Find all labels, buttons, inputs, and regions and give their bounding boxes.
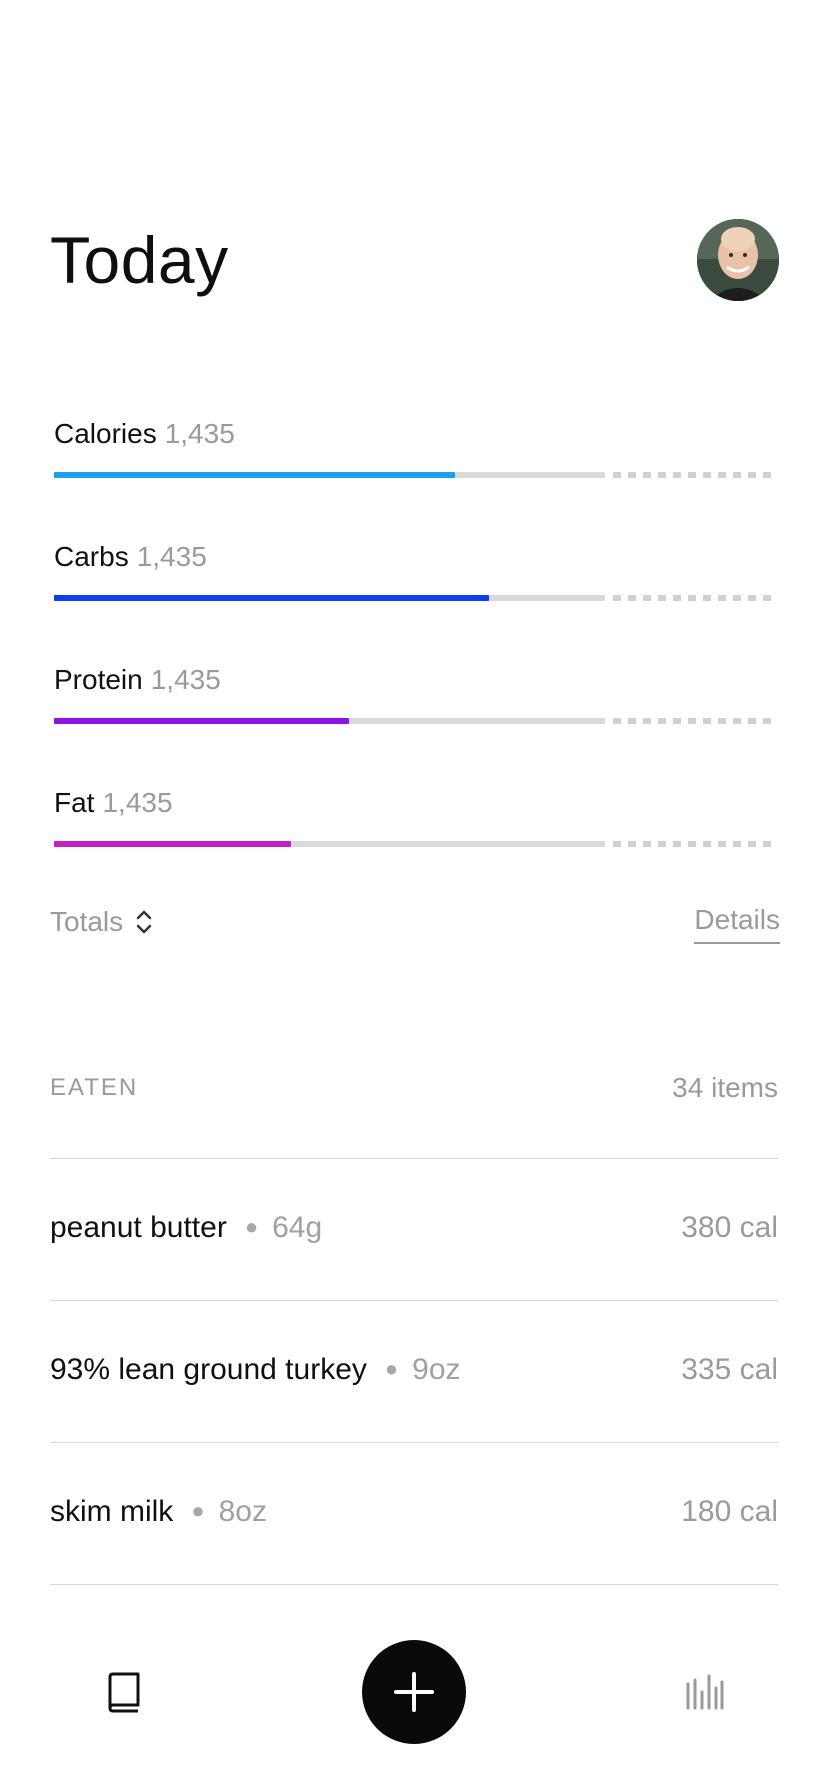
metric-value: 1,435 bbox=[136, 541, 207, 572]
up-down-chevron-icon bbox=[136, 910, 152, 934]
progress-fill bbox=[54, 718, 349, 724]
progress-fill bbox=[54, 841, 291, 847]
page-title: Today bbox=[50, 223, 229, 297]
food-row[interactable]: peanut butter ● 64g 380 cal bbox=[50, 1159, 778, 1300]
food-name: 93% lean ground turkey ● 9oz bbox=[50, 1353, 461, 1387]
metric-label: Carbs 1,435 bbox=[54, 541, 207, 573]
progress-remaining-dots bbox=[613, 841, 778, 847]
metric-calories: Calories 1,435 bbox=[54, 418, 778, 498]
food-calories: 335 cal bbox=[681, 1353, 778, 1386]
food-label: skim milk bbox=[50, 1495, 174, 1528]
metric-name: Carbs bbox=[54, 541, 129, 572]
metric-value: 1,435 bbox=[164, 418, 235, 449]
progress-track bbox=[54, 718, 605, 724]
bottom-tab-bar bbox=[0, 1620, 828, 1770]
metric-carbs: Carbs 1,435 bbox=[54, 541, 778, 621]
eaten-item-count: 34 items bbox=[672, 1072, 778, 1103]
bar-chart-icon[interactable] bbox=[684, 1674, 724, 1710]
food-name: peanut butter ● 64g bbox=[50, 1211, 322, 1245]
metric-name: Fat bbox=[54, 787, 95, 818]
metric-protein: Protein 1,435 bbox=[54, 664, 778, 744]
eaten-section-header: EATEN 34 items bbox=[50, 1072, 778, 1114]
totals-toggle[interactable]: Totals bbox=[50, 906, 155, 938]
progress-remaining-dots bbox=[613, 718, 778, 724]
food-label: 93% lean ground turkey bbox=[50, 1353, 367, 1386]
food-quantity: 9oz bbox=[412, 1353, 461, 1386]
progress-remaining-dots bbox=[613, 595, 778, 601]
food-quantity: 64g bbox=[272, 1211, 323, 1244]
add-food-button[interactable] bbox=[362, 1640, 466, 1744]
details-link[interactable]: Details bbox=[694, 904, 780, 944]
divider bbox=[50, 1584, 778, 1585]
bullet-separator: ● bbox=[244, 1214, 259, 1239]
totals-label: Totals bbox=[50, 906, 124, 937]
food-name: skim milk ● 8oz bbox=[50, 1495, 267, 1529]
progress-track bbox=[54, 841, 605, 847]
bullet-separator: ● bbox=[191, 1498, 205, 1523]
metric-name: Calories bbox=[54, 418, 157, 449]
eaten-heading: EATEN bbox=[50, 1074, 139, 1101]
progress-remaining-dots bbox=[613, 472, 778, 478]
metric-value: 1,435 bbox=[102, 787, 173, 818]
bullet-separator: ● bbox=[384, 1356, 399, 1381]
metric-label: Protein 1,435 bbox=[54, 664, 221, 696]
metric-fat: Fat 1,435 bbox=[54, 787, 778, 867]
eaten-list: peanut butter ● 64g 380 cal 93% lean ground … bbox=[50, 1158, 778, 1585]
metric-label: Fat 1,435 bbox=[54, 787, 173, 819]
food-calories: 180 cal bbox=[681, 1495, 778, 1528]
metric-name: Protein bbox=[54, 664, 143, 695]
progress-track bbox=[54, 595, 605, 601]
food-row[interactable]: 93% lean ground turkey ● 9oz 335 cal bbox=[50, 1301, 778, 1442]
avatar[interactable] bbox=[697, 219, 779, 301]
food-row[interactable]: skim milk ● 8oz 180 cal bbox=[50, 1443, 778, 1584]
plus-icon bbox=[394, 1672, 434, 1712]
book-icon[interactable] bbox=[104, 1670, 144, 1714]
food-label: peanut butter bbox=[50, 1211, 227, 1244]
metric-value: 1,435 bbox=[150, 664, 221, 695]
food-calories: 380 cal bbox=[681, 1211, 778, 1244]
progress-fill bbox=[54, 595, 489, 601]
metric-label: Calories 1,435 bbox=[54, 418, 235, 450]
progress-track bbox=[54, 472, 605, 478]
food-quantity: 8oz bbox=[218, 1495, 267, 1528]
progress-fill bbox=[54, 472, 456, 478]
